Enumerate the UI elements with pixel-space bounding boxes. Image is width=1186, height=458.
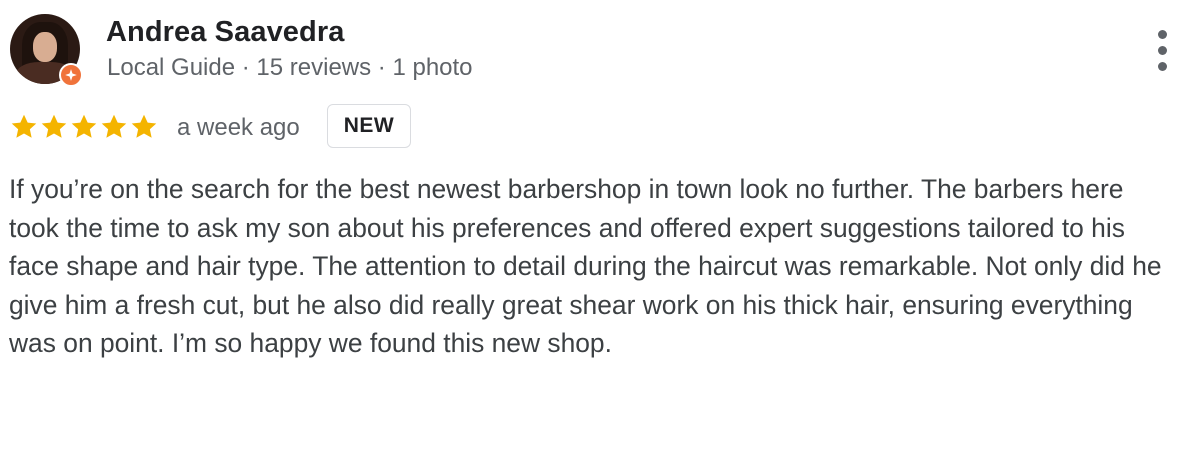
- avatar-face: [33, 32, 57, 62]
- star-rating: [9, 112, 159, 142]
- review-text: If you’re on the search for the best new…: [9, 174, 1162, 359]
- star-icon: [71, 114, 97, 138]
- review-header: Andrea Saavedra Local Guide · 15 reviews…: [8, 12, 1178, 88]
- new-badge: NEW: [327, 104, 411, 148]
- author-name[interactable]: Andrea Saavedra: [106, 16, 344, 49]
- rating-row: a week ago NEW: [9, 104, 609, 152]
- star-icon: [101, 114, 127, 138]
- review-time: a week ago: [177, 114, 300, 141]
- local-guide-badge-icon: [59, 63, 83, 87]
- star-icon: [131, 114, 157, 138]
- more-vert-icon[interactable]: [1148, 28, 1178, 74]
- star-icon: [41, 114, 67, 138]
- author-meta: Local Guide · 15 reviews · 1 photo: [107, 54, 473, 81]
- star-icon: [11, 114, 37, 138]
